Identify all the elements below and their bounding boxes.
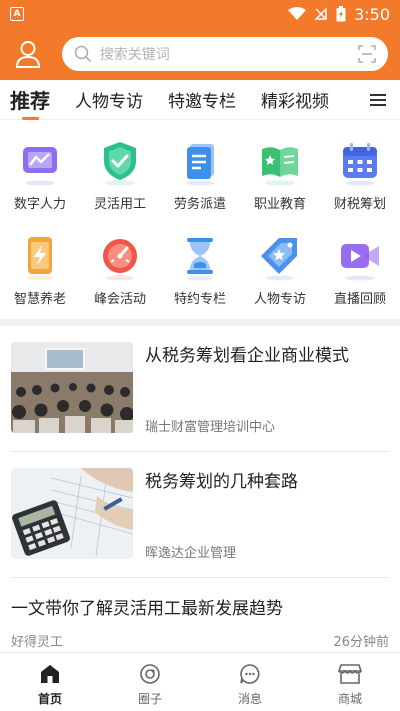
category-label: 职业教育: [253, 197, 306, 212]
tab-videos[interactable]: 精彩视频: [261, 80, 329, 120]
bottom-navigation: 首页 圈子 消息 商城: [0, 652, 400, 711]
status-bar: A 3:50: [0, 0, 400, 28]
nav-label: 首页: [37, 692, 62, 706]
category-label: 劳务派遣: [173, 197, 226, 212]
tab-columns[interactable]: 特邀专栏: [168, 80, 236, 120]
category-label: 灵活用工: [93, 197, 146, 212]
home-icon: [41, 665, 59, 683]
article-title: 税务筹划的几种套路: [145, 472, 298, 492]
category-smart-elderly-care[interactable]: 智慧养老: [0, 220, 80, 315]
nav-label: 圈子: [137, 692, 162, 706]
section-separator: [0, 319, 400, 326]
nav-messages[interactable]: 消息: [200, 653, 300, 711]
category-flexible-employment[interactable]: 灵活用工: [80, 125, 160, 220]
star-tag-icon: [261, 238, 297, 281]
document-icon: [186, 144, 214, 186]
category-labor-dispatch[interactable]: 劳务派遣: [160, 125, 240, 220]
nav-mall[interactable]: 商城: [300, 653, 400, 711]
shop-icon: [338, 664, 362, 684]
circle-community-icon: [140, 664, 160, 684]
tab-interviews[interactable]: 人物专访: [75, 80, 143, 120]
chart-screen-icon: [23, 147, 57, 186]
category-special-column[interactable]: 特约专栏: [160, 220, 240, 315]
nav-circle[interactable]: 圈子: [100, 653, 200, 711]
list-divider: [11, 577, 389, 578]
category-summit-events[interactable]: 峰会活动: [80, 220, 160, 315]
category-label: 特约专栏: [173, 292, 226, 307]
article-source: 好得灵工: [11, 635, 64, 650]
article-title: 一文带你了解灵活用工最新发展趋势: [11, 599, 283, 619]
category-digital-hr[interactable]: 数字人力: [0, 125, 80, 220]
tab-label: 人物专访: [75, 92, 143, 112]
tab-label: 推荐: [10, 89, 50, 113]
article-thumbnail-seminar: [11, 342, 133, 433]
video-camera-icon: [341, 244, 379, 281]
article-item[interactable]: 从税务筹划看企业商业模式 瑞士财富管理培训中心: [11, 342, 389, 435]
wifi-icon: [288, 7, 307, 20]
nav-label: 消息: [237, 692, 262, 706]
article-title: 从税务筹划看企业商业模式: [145, 346, 349, 366]
user-profile-button[interactable]: [12, 38, 44, 70]
search-placeholder: 搜索关键词: [99, 47, 170, 63]
category-tax-planning[interactable]: 财税筹划: [320, 125, 400, 220]
tab-recommend[interactable]: 推荐: [10, 80, 50, 120]
article-item[interactable]: 税务筹划的几种套路 晖逸达企业管理: [11, 468, 389, 561]
gauge-icon: [103, 239, 137, 281]
more-tabs-menu-button[interactable]: [370, 90, 386, 110]
shield-check-icon: [104, 142, 136, 186]
article-source: 晖逸达企业管理: [145, 546, 237, 561]
app-notification-icon: A: [10, 7, 24, 21]
message-bubble-icon: [240, 664, 260, 684]
channel-tabs: 推荐 人物专访 特邀专栏 精彩视频: [0, 80, 400, 120]
category-live-replay[interactable]: 直播回顾: [320, 220, 400, 315]
article-thumbnail-calculator: [11, 468, 133, 559]
category-grid: 数字人力 灵活用工 劳务派遣 职业教育 财税筹划 智慧养老 峰会活动 特约专栏 …: [0, 125, 400, 315]
search-bar[interactable]: 搜索关键词: [61, 37, 388, 71]
open-book-icon: [262, 147, 298, 186]
app-header: 搜索关键词: [0, 28, 400, 80]
category-label: 峰会活动: [93, 292, 146, 307]
hourglass-icon: [187, 238, 213, 281]
category-vocational-education[interactable]: 职业教育: [240, 125, 320, 220]
article-source: 瑞士财富管理培训中心: [145, 420, 276, 435]
list-divider: [11, 451, 389, 452]
article-time: 26分钟前: [333, 635, 389, 650]
status-time: 3:50: [354, 4, 390, 24]
nav-label: 商城: [337, 692, 362, 706]
no-signal-icon: [314, 7, 327, 20]
scan-icon[interactable]: [358, 45, 376, 63]
battery-charging-icon: [336, 6, 346, 22]
phone-bolt-icon: [27, 237, 53, 281]
tab-label: 特邀专栏: [168, 92, 236, 112]
category-label: 数字人力: [13, 197, 66, 212]
search-icon: [74, 45, 91, 63]
category-label: 直播回顾: [333, 292, 386, 307]
tab-label: 精彩视频: [261, 92, 329, 112]
calendar-icon: [343, 143, 377, 186]
nav-home[interactable]: 首页: [0, 653, 100, 711]
category-interviews[interactable]: 人物专访: [240, 220, 320, 315]
category-label: 财税筹划: [333, 197, 386, 212]
category-label: 智慧养老: [13, 292, 66, 307]
active-tab-indicator: [22, 116, 39, 120]
category-label: 人物专访: [253, 292, 306, 307]
user-icon: [15, 41, 40, 68]
